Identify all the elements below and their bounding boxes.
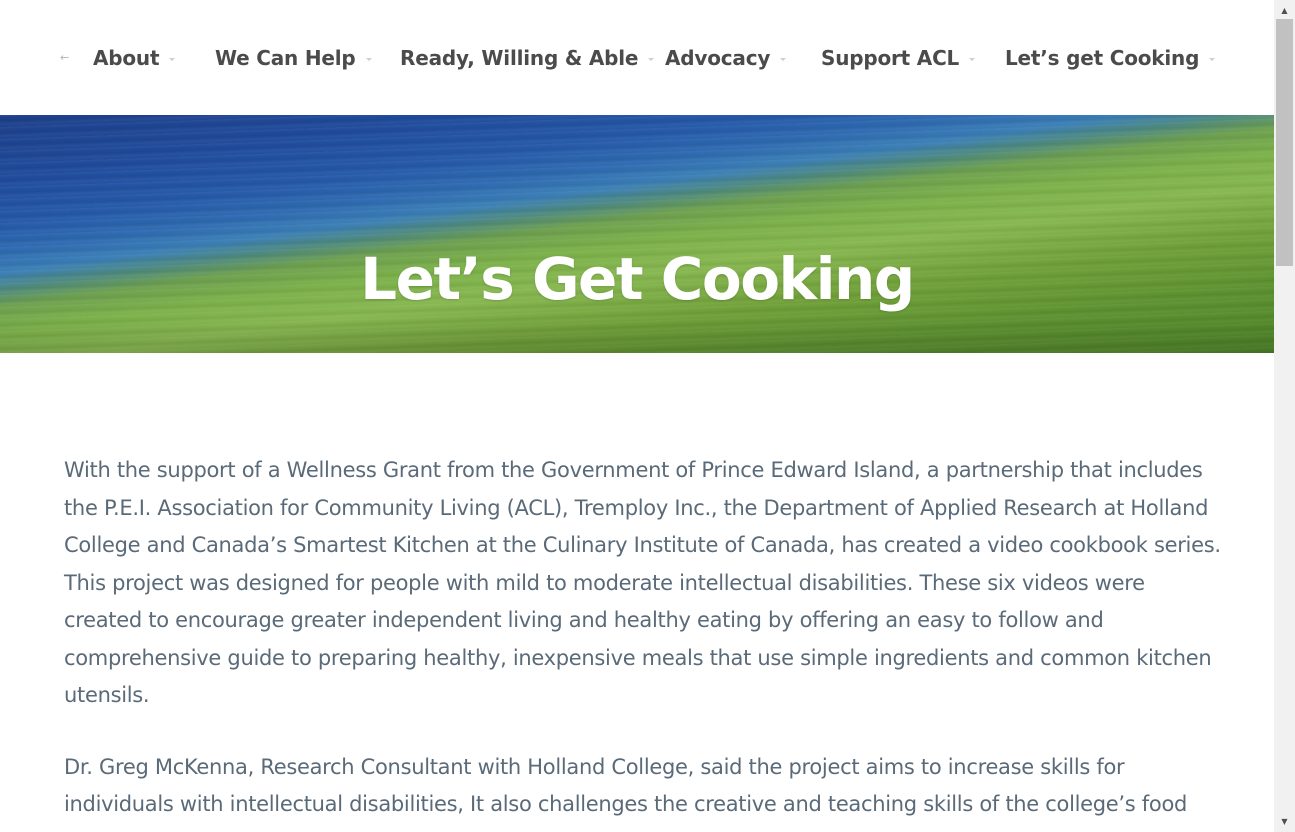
- chevron-down-icon: [1209, 58, 1216, 61]
- nav-item-label: Advocacy: [665, 46, 771, 70]
- article-paragraph: Dr. Greg McKenna, Research Consultant wi…: [64, 754, 1188, 817]
- scrollbar-thumb[interactable]: [1276, 19, 1293, 266]
- nav-item-label: Support ACL: [821, 46, 960, 70]
- chevron-down-icon: [648, 58, 655, 61]
- page-title: Let’s Get Cooking: [360, 244, 915, 313]
- nav-item-ready-willing-able[interactable]: Ready, Willing & Able: [400, 42, 655, 74]
- nav-item-lets-get-cooking[interactable]: Let’s get Cooking: [1005, 42, 1216, 74]
- back-arrow-icon[interactable]: ←: [60, 51, 69, 65]
- chevron-down-icon: [169, 58, 176, 61]
- vertical-scrollbar[interactable]: ▲ ▼: [1274, 0, 1295, 832]
- hero-banner: Let’s Get Cooking: [0, 115, 1274, 353]
- main-navigation: ← About We Can Help Ready, Willing & Abl…: [0, 0, 1274, 115]
- nav-item-label: We Can Help: [215, 46, 356, 70]
- scroll-up-arrow-icon[interactable]: ▲: [1274, 2, 1295, 19]
- chevron-down-icon: [969, 58, 976, 61]
- nav-item-label: Let’s get Cooking: [1005, 46, 1200, 70]
- nav-item-support-acl[interactable]: Support ACL: [821, 42, 976, 74]
- nav-item-label: About: [93, 46, 160, 70]
- scroll-down-arrow-icon[interactable]: ▼: [1274, 813, 1295, 830]
- nav-item-we-can-help[interactable]: We Can Help: [215, 42, 372, 74]
- chevron-down-icon: [365, 58, 372, 61]
- nav-item-about[interactable]: About: [93, 42, 176, 74]
- page: ← About We Can Help Ready, Willing & Abl…: [0, 0, 1274, 832]
- article-paragraph: With the support of a Wellness Grant fro…: [64, 458, 1221, 707]
- nav-item-advocacy[interactable]: Advocacy: [665, 42, 787, 74]
- nav-item-label: Ready, Willing & Able: [400, 46, 639, 70]
- chevron-down-icon: [780, 58, 787, 61]
- article-content: With the support of a Wellness Grant fro…: [64, 452, 1224, 832]
